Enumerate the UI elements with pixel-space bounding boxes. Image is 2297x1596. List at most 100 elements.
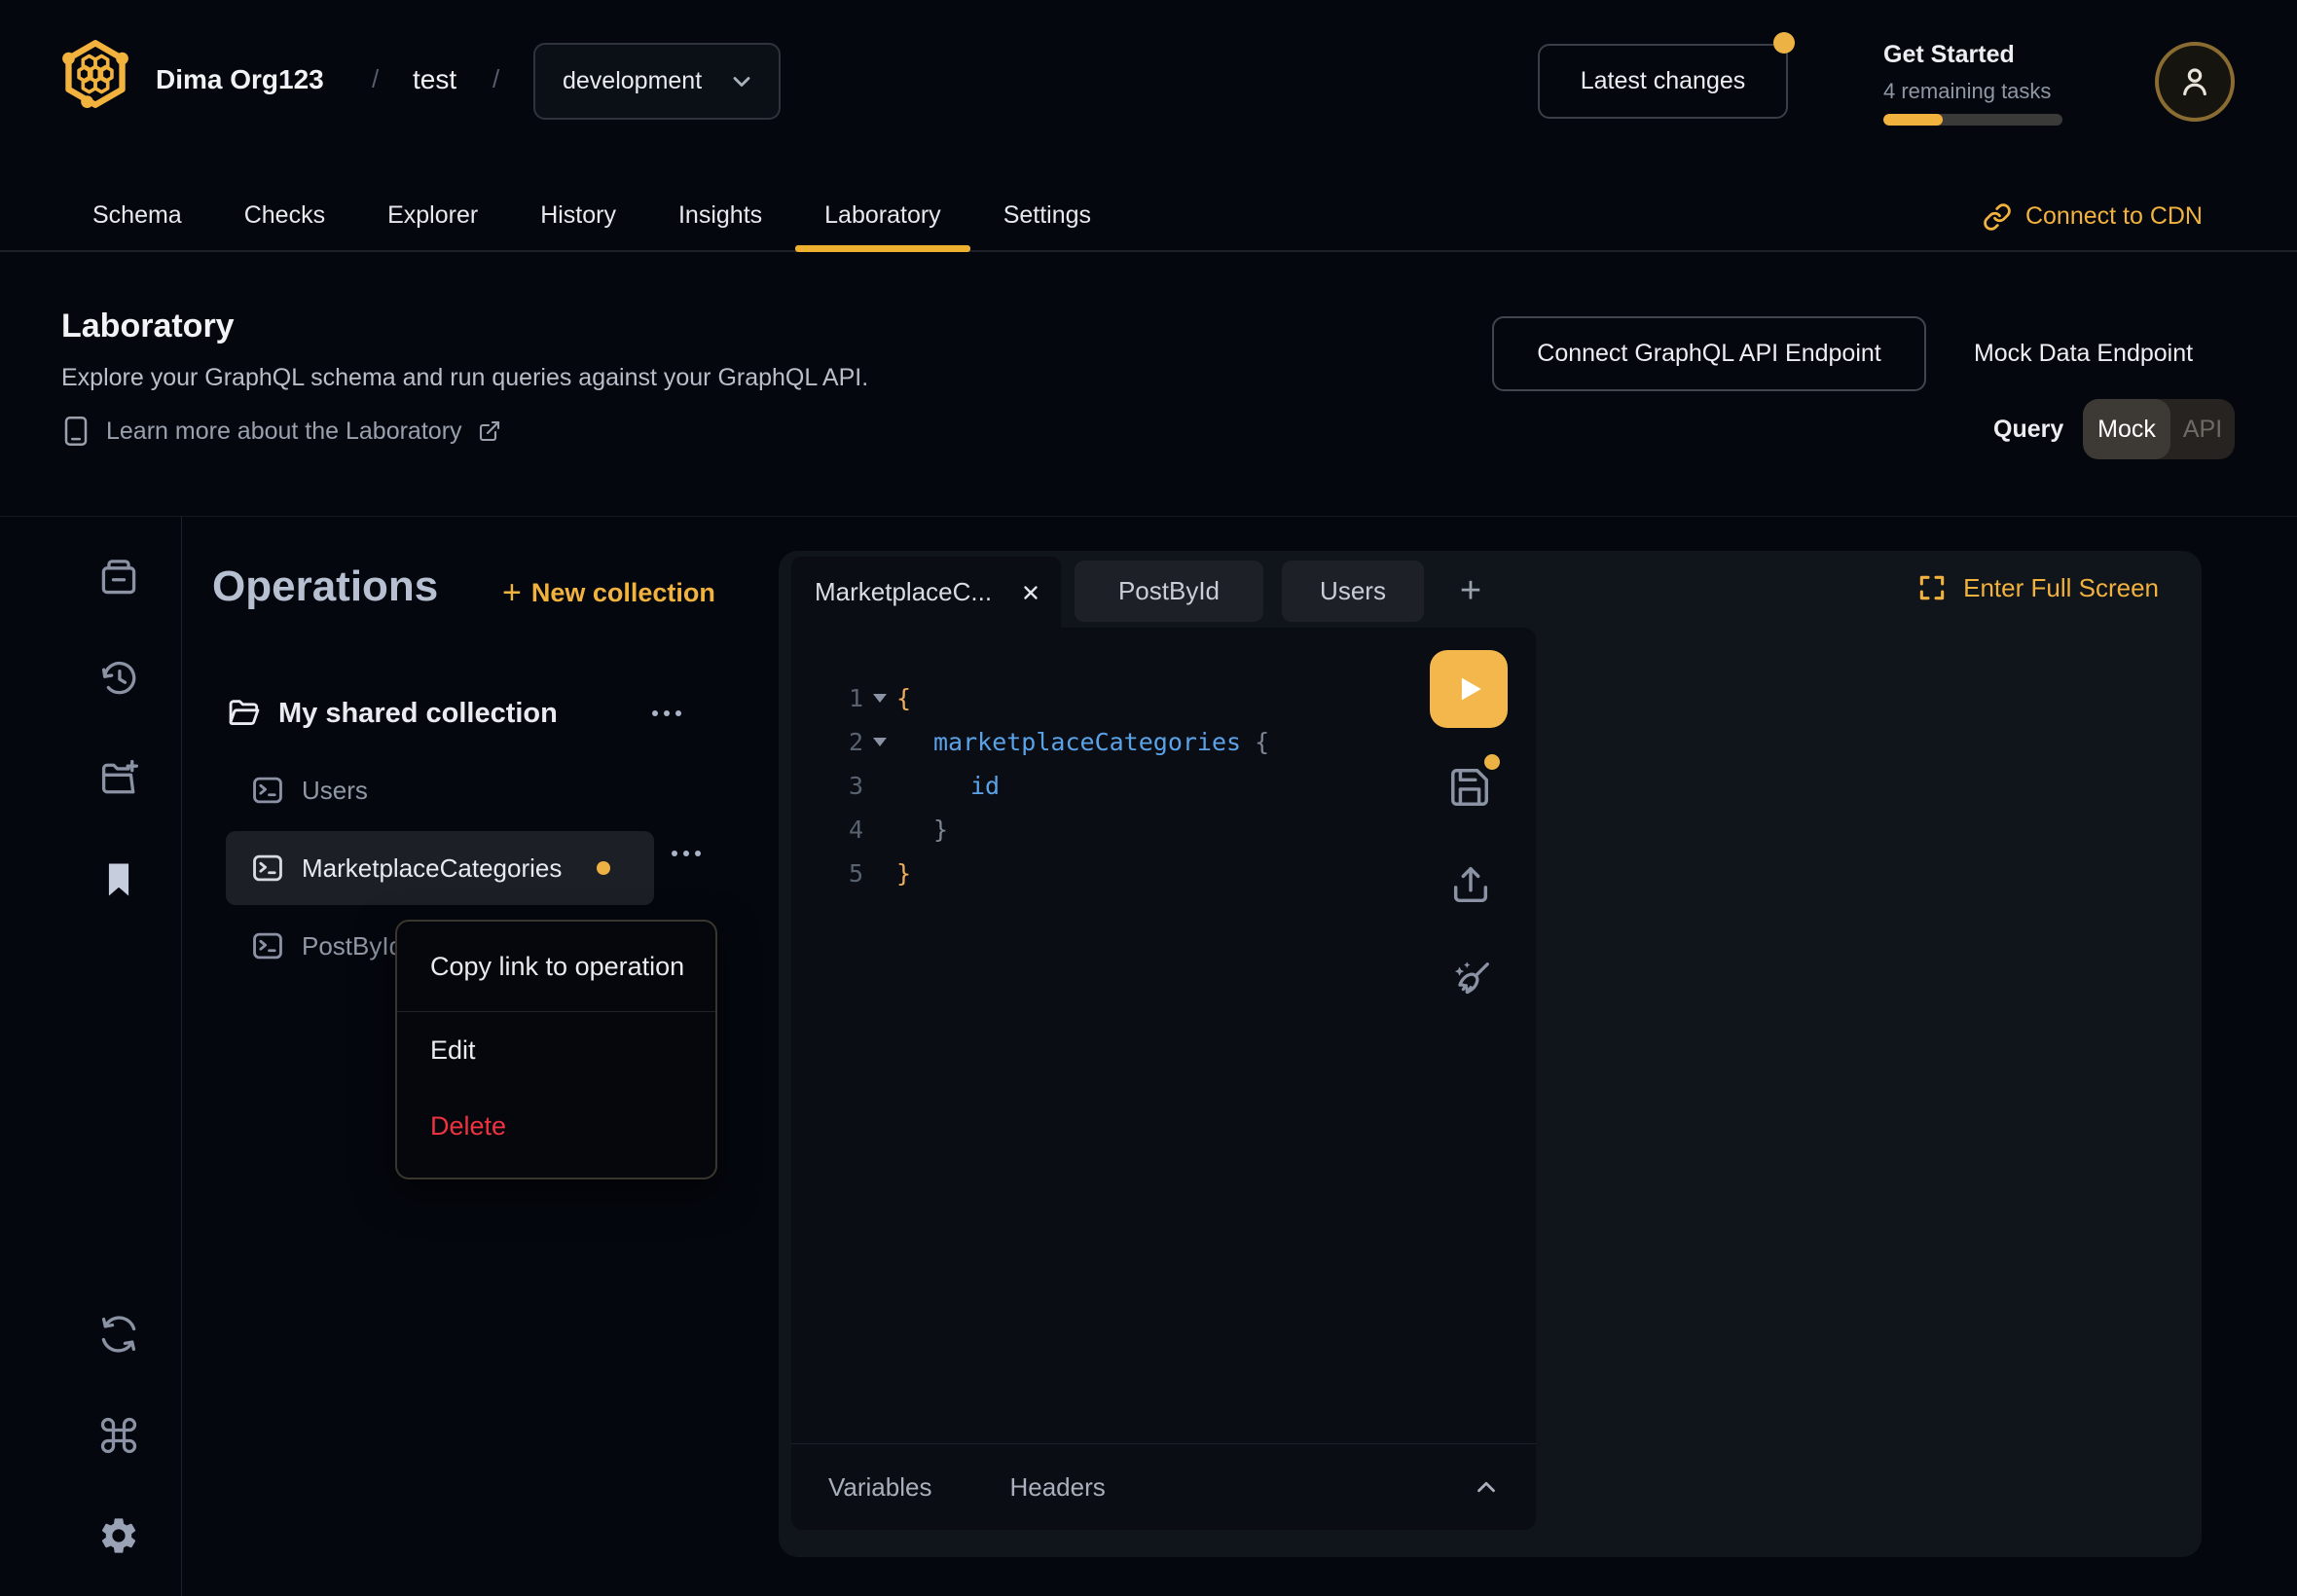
- environment-select[interactable]: development: [533, 43, 781, 120]
- new-collection-label: New collection: [531, 578, 715, 608]
- archive-icon: [97, 556, 140, 598]
- editor-tab-users[interactable]: Users: [1282, 561, 1424, 622]
- tab-settings[interactable]: Settings: [972, 181, 1122, 250]
- code-token: {: [1255, 728, 1269, 756]
- rail-collections-button[interactable]: [97, 556, 140, 598]
- rail-settings-button[interactable]: [97, 1514, 140, 1557]
- code-token: marketplaceCategories: [933, 728, 1241, 756]
- editor-tab-marketplacecategories[interactable]: MarketplaceC...: [791, 557, 1061, 628]
- menu-item-edit[interactable]: Edit: [397, 1012, 715, 1088]
- run-query-button[interactable]: [1430, 650, 1508, 728]
- tab-explorer[interactable]: Explorer: [356, 181, 509, 250]
- collection-menu-button[interactable]: [644, 703, 689, 724]
- plus-icon: +: [502, 576, 522, 609]
- laboratory-page: Dima Org123 / test / development Latest …: [0, 0, 2297, 1596]
- toggle-option-mock[interactable]: Mock: [2083, 399, 2170, 459]
- link-icon: [1983, 202, 2012, 232]
- code-token: }: [896, 859, 911, 888]
- command-icon: [97, 1414, 140, 1457]
- code-line: 2 marketplaceCategories {: [791, 720, 1536, 764]
- query-target-toggle[interactable]: Mock API: [2083, 399, 2235, 459]
- book-icon: [61, 415, 91, 448]
- toggle-option-api[interactable]: API: [2170, 399, 2235, 459]
- code-area[interactable]: 1 { 2 marketplaceCategories { 3 id 4: [791, 628, 1536, 895]
- line-number: 4: [815, 816, 863, 844]
- close-icon[interactable]: [1020, 582, 1041, 603]
- share-operation-button[interactable]: [1448, 862, 1493, 907]
- chevron-up-icon[interactable]: [1472, 1472, 1501, 1502]
- notification-dot: [1773, 32, 1795, 54]
- chevron-down-icon: [728, 68, 755, 95]
- operation-icon: [249, 927, 286, 964]
- get-started-subtitle: 4 remaining tasks: [1883, 79, 2051, 104]
- rail-history-button[interactable]: [97, 657, 140, 700]
- new-collection-button[interactable]: + New collection: [502, 576, 715, 609]
- code-line: 4 }: [791, 808, 1536, 852]
- code-token: }: [933, 816, 948, 844]
- editor-tab-postbyid[interactable]: PostById: [1075, 561, 1263, 622]
- connect-cdn-link[interactable]: Connect to CDN: [1983, 181, 2203, 252]
- section-divider: [0, 516, 2297, 517]
- user-icon: [2175, 62, 2214, 101]
- history-icon: [97, 657, 140, 700]
- rail-new-folder-button[interactable]: [97, 757, 140, 800]
- line-number: 1: [815, 684, 863, 712]
- rail-bookmarks-button[interactable]: [97, 858, 140, 901]
- add-tab-button[interactable]: +: [1448, 561, 1493, 622]
- code-token: id: [970, 772, 1000, 800]
- editor-bottom-bar: Variables Headers: [791, 1443, 1536, 1530]
- variables-tab[interactable]: Variables: [828, 1472, 931, 1503]
- query-editor: 1 { 2 marketplaceCategories { 3 id 4: [791, 628, 1536, 1530]
- user-avatar[interactable]: [2155, 42, 2235, 122]
- learn-more-link[interactable]: Learn more about the Laboratory: [61, 415, 501, 448]
- fullscreen-icon: [1916, 572, 1948, 603]
- operation-menu-button[interactable]: [664, 843, 709, 864]
- save-operation-button[interactable]: [1447, 765, 1492, 810]
- rail-shortcuts-button[interactable]: [97, 1414, 140, 1457]
- sync-icon: [97, 1313, 140, 1356]
- tab-laboratory[interactable]: Laboratory: [793, 181, 972, 250]
- prettify-button[interactable]: [1449, 957, 1494, 1001]
- hive-logo-icon[interactable]: [60, 39, 130, 109]
- operation-name: Users: [302, 776, 368, 806]
- play-icon: [1452, 672, 1485, 706]
- main-nav: Schema Checks Explorer History Insights …: [0, 181, 2297, 252]
- gear-icon: [97, 1514, 140, 1557]
- collection-row[interactable]: My shared collection: [226, 687, 693, 740]
- breadcrumb-org[interactable]: Dima Org123: [156, 64, 324, 95]
- breadcrumb-project[interactable]: test: [413, 64, 456, 95]
- mock-data-endpoint-button[interactable]: Mock Data Endpoint: [1956, 316, 2210, 391]
- fold-caret-icon[interactable]: [863, 738, 896, 746]
- menu-item-delete[interactable]: Delete: [397, 1088, 715, 1164]
- tab-checks[interactable]: Checks: [213, 181, 356, 250]
- connect-endpoint-button[interactable]: Connect GraphQL API Endpoint: [1492, 316, 1926, 391]
- operation-item-marketplacecategories[interactable]: MarketplaceCategories: [226, 831, 654, 905]
- page-description: Explore your GraphQL schema and run quer…: [61, 364, 868, 392]
- get-started-progress: [1883, 114, 2062, 126]
- laboratory-editor-panel: MarketplaceC... PostById Users + Enter F…: [779, 551, 2202, 1557]
- tab-schema[interactable]: Schema: [61, 181, 213, 250]
- menu-item-copy-link[interactable]: Copy link to operation: [397, 922, 715, 1011]
- tab-history[interactable]: History: [509, 181, 647, 250]
- line-number: 2: [815, 728, 863, 756]
- enter-fullscreen-label: Enter Full Screen: [1963, 573, 2159, 603]
- fold-caret-icon[interactable]: [863, 694, 896, 703]
- folder-open-icon: [226, 695, 263, 732]
- environment-select-value: development: [563, 67, 711, 95]
- rail-sync-button[interactable]: [97, 1313, 140, 1356]
- rail-divider: [181, 517, 182, 1596]
- external-link-icon: [478, 419, 501, 443]
- latest-changes-button[interactable]: Latest changes: [1538, 44, 1788, 119]
- broom-sparkles-icon: [1449, 957, 1494, 1001]
- operation-item-users[interactable]: Users: [226, 753, 654, 827]
- get-started-title[interactable]: Get Started: [1883, 41, 2015, 69]
- headers-tab[interactable]: Headers: [1009, 1472, 1105, 1503]
- get-started-progress-fill: [1883, 114, 1943, 126]
- enter-fullscreen-button[interactable]: Enter Full Screen: [1916, 572, 2159, 603]
- tab-insights[interactable]: Insights: [647, 181, 793, 250]
- share-icon: [1448, 862, 1493, 907]
- learn-more-label: Learn more about the Laboratory: [106, 417, 462, 446]
- code-line: 3 id: [791, 764, 1536, 808]
- collection-name: My shared collection: [278, 698, 644, 730]
- code-line: 1 {: [791, 676, 1536, 720]
